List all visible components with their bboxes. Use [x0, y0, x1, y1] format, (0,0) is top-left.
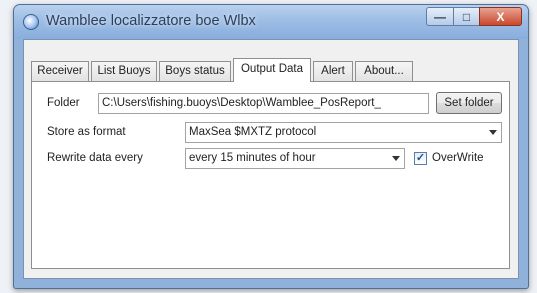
- caption-buttons: — □ X: [426, 7, 522, 26]
- tab-boys-status[interactable]: Boys status: [159, 61, 231, 81]
- store-format-label: Store as format: [47, 126, 126, 138]
- window-title: Wamblee localizzatore boe Wlbx: [46, 13, 256, 29]
- rewrite-label: Rewrite data every: [47, 152, 143, 164]
- set-folder-button[interactable]: Set folder: [436, 92, 502, 114]
- maximize-button[interactable]: □: [453, 7, 479, 26]
- chevron-down-icon: [489, 130, 497, 135]
- minimize-button[interactable]: —: [426, 7, 453, 26]
- tab-alert[interactable]: Alert: [313, 61, 353, 81]
- output-data-panel: Folder C:\Users\fishing.buoys\Desktop\Wa…: [31, 81, 510, 269]
- title-bar[interactable]: Wamblee localizzatore boe Wlbx — □ X: [14, 5, 528, 39]
- tab-output-data[interactable]: Output Data: [233, 58, 311, 82]
- overwrite-checkbox[interactable]: ✓: [414, 152, 427, 165]
- app-window: Wamblee localizzatore boe Wlbx — □ X Rec…: [13, 4, 529, 289]
- rewrite-interval-value: every 15 minutes of hour: [189, 152, 316, 164]
- close-button[interactable]: X: [479, 7, 522, 26]
- rewrite-interval-select[interactable]: every 15 minutes of hour: [185, 148, 405, 169]
- tab-receiver[interactable]: Receiver: [31, 61, 89, 81]
- tab-list-buoys[interactable]: List Buoys: [91, 61, 157, 81]
- store-format-select[interactable]: MaxSea $MXTZ protocol: [185, 122, 502, 143]
- tab-about[interactable]: About...: [355, 61, 413, 81]
- store-format-value: MaxSea $MXTZ protocol: [189, 126, 317, 138]
- chevron-down-icon: [392, 156, 400, 161]
- overwrite-label: OverWrite: [432, 152, 484, 164]
- client-area: Receiver List Buoys Boys status Output D…: [23, 39, 519, 279]
- folder-label: Folder: [47, 97, 80, 109]
- app-icon: [23, 14, 39, 30]
- folder-field[interactable]: C:\Users\fishing.buoys\Desktop\Wamblee_P…: [98, 93, 429, 114]
